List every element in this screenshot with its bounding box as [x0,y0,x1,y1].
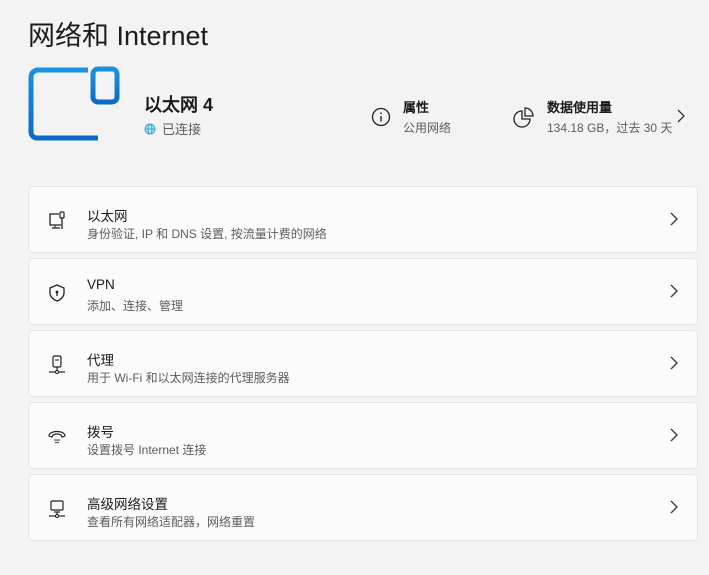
properties-value: 公用网络 [403,121,452,135]
network-adapter-icon [49,500,65,518]
properties-title: 属性 [403,100,430,115]
item-description: 身份验证, IP 和 DNS 设置, 按流量计费的网络 [87,227,327,241]
item-label: 高级网络设置 [87,497,168,512]
data-usage-button[interactable]: 数据使用量 134.18 GB，过去 30 天 [513,97,672,136]
chevron-right-icon [670,212,678,226]
chevron-right-icon [670,500,678,514]
pie-chart-icon [513,106,534,128]
ethernet-item[interactable]: 以太网 身份验证, IP 和 DNS 设置, 按流量计费的网络 [28,186,698,253]
chevron-right-icon [670,356,678,370]
vpn-item[interactable]: VPN 添加、连接、管理 [28,258,698,325]
shield-icon [49,284,65,302]
chevron-right-icon [670,428,678,442]
item-description: 查看所有网络适配器，网络重置 [87,515,256,529]
status-text: 已连接 [162,122,202,137]
connection-name: 以太网 4 [144,95,214,115]
data-usage-value: 134.18 GB，过去 30 天 [547,121,673,135]
item-label: 拨号 [87,425,114,440]
connection-status: 已连接 [144,119,201,138]
item-description: 设置拨号 Internet 连接 [87,443,207,457]
chevron-right-icon[interactable] [676,108,686,124]
data-usage-title: 数据使用量 [547,100,613,115]
properties-button[interactable]: 属性 公用网络 [371,97,451,136]
item-label: 以太网 [87,209,128,224]
item-description: 添加、连接、管理 [87,299,184,313]
globe-icon [144,123,156,134]
item-label: VPN [87,277,115,292]
ethernet-icon [49,211,65,229]
dial-up-phone-icon [48,430,66,444]
item-label: 代理 [87,353,114,368]
info-icon [371,107,391,126]
proxy-server-icon [49,355,65,374]
advanced-network-settings-item[interactable]: 高级网络设置 查看所有网络适配器，网络重置 [28,474,698,541]
proxy-item[interactable]: 代理 用于 Wi-Fi 和以太网连接的代理服务器 [28,330,698,397]
ethernet-monitor-icon [28,66,120,159]
dialup-item[interactable]: 拨号 设置拨号 Internet 连接 [28,402,698,469]
chevron-right-icon [670,284,678,298]
item-description: 用于 Wi-Fi 和以太网连接的代理服务器 [87,371,290,385]
page-title: 网络和 Internet [28,21,209,51]
